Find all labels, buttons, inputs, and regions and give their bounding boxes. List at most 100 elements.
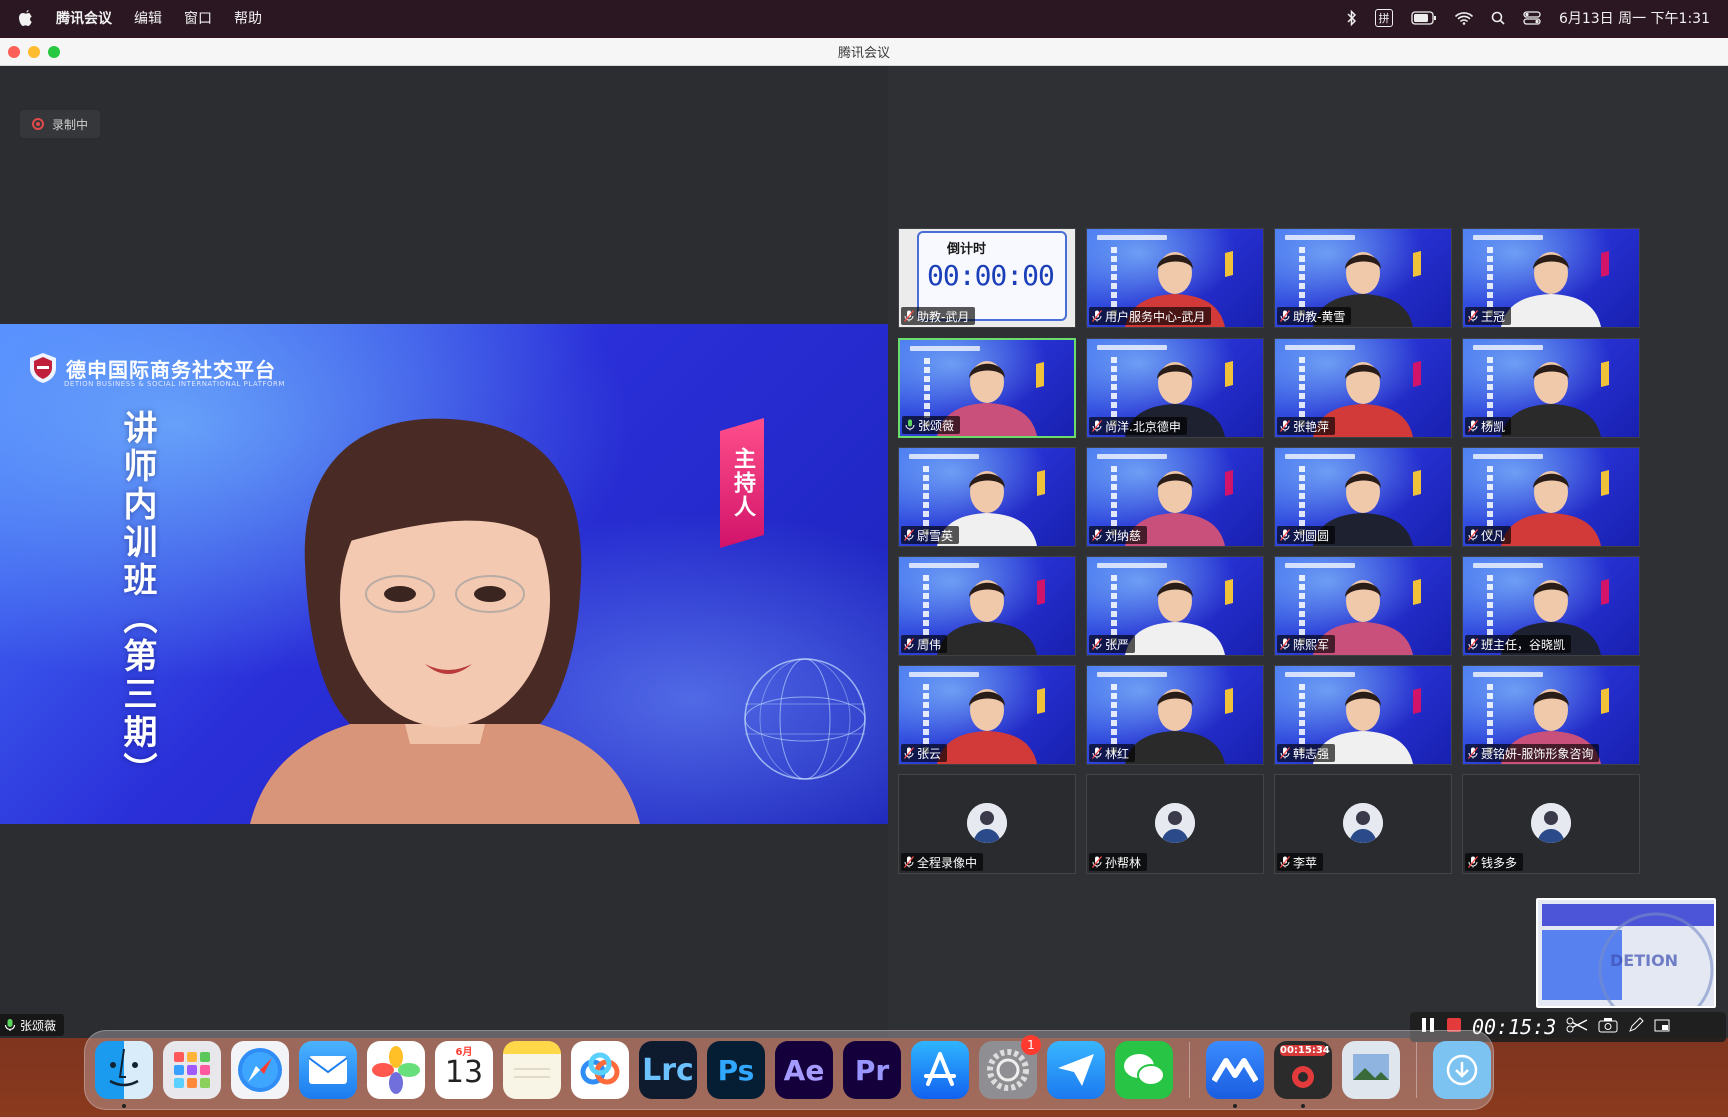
participant-name: 杨凯 [1481, 419, 1506, 434]
microphone-muted-icon [1468, 529, 1478, 541]
dock-screen-recorder[interactable]: 00:15:34 [1274, 1041, 1332, 1108]
participant-tile[interactable]: 用户服务中心-武月 [1086, 228, 1264, 328]
menu-app-name[interactable]: 腾讯会议 [56, 8, 112, 28]
annotate-button[interactable] [1628, 1017, 1645, 1037]
dock-safari[interactable] [231, 1041, 289, 1099]
participant-tile[interactable]: 张严 [1086, 556, 1264, 656]
recorder-preview-thumbnail[interactable]: DETION [1536, 898, 1716, 1008]
participant-tile[interactable]: 孙帮林 [1086, 774, 1264, 874]
participant-name-label: 仪凡 [1465, 526, 1512, 544]
dock-finder[interactable] [95, 1041, 153, 1108]
participant-tile[interactable]: 李苹 [1274, 774, 1452, 874]
wechat-bubbles-icon [1124, 1054, 1165, 1086]
notes-lines-icon [514, 1068, 550, 1078]
control-center-icon[interactable] [1523, 11, 1541, 25]
envelope-icon [308, 1056, 348, 1084]
dock-launchpad[interactable] [163, 1041, 221, 1099]
participant-tile[interactable]: 仪凡 [1462, 447, 1640, 547]
recording-indicator[interactable]: 录制中 [20, 110, 101, 138]
participant-name-label: 班主任，谷晓凯 [1465, 635, 1572, 653]
participant-tile[interactable]: 全程录像中 [898, 774, 1076, 874]
participant-tile[interactable]: 韩志强 [1274, 665, 1452, 765]
participant-tile[interactable]: 王冠 [1462, 228, 1640, 328]
maximize-window-button[interactable] [48, 45, 60, 58]
dock-preview[interactable] [1342, 1041, 1400, 1099]
microphone-muted-icon [1280, 856, 1290, 868]
tile-brand-strip [1473, 345, 1543, 350]
participant-name: 钱多多 [1481, 855, 1518, 870]
tile-brand-strip [1285, 563, 1355, 568]
dock-baidu-netdisk[interactable] [571, 1041, 629, 1099]
participant-tile[interactable]: 刘圆圆 [1274, 447, 1452, 547]
participant-avatar [1343, 803, 1383, 843]
participant-tile[interactable]: 聂铭妍-服饰形象咨询 [1462, 665, 1640, 765]
camera-button[interactable] [1598, 1017, 1618, 1037]
participant-tile[interactable]: 杨凯 [1462, 338, 1640, 438]
host-ribbon: 主持人 [720, 418, 764, 548]
meeting-logo-icon [1212, 1058, 1258, 1083]
download-arrow-icon [1446, 1054, 1478, 1086]
input-method-icon[interactable]: 拼 [1374, 9, 1393, 27]
menu-help[interactable]: 帮助 [234, 8, 262, 28]
participant-tile[interactable]: 钱多多 [1462, 774, 1640, 874]
tile-brand-strip [1285, 345, 1355, 350]
participant-tile[interactable]: 班主任，谷晓凯 [1462, 556, 1640, 656]
minimize-window-button[interactable] [28, 45, 40, 58]
participant-name-label: 林红 [1089, 744, 1136, 762]
close-window-button[interactable] [8, 45, 20, 58]
participant-name: 尚洋.北京德申 [1105, 419, 1181, 434]
participant-name-label: 张严 [1089, 635, 1136, 653]
apple-icon[interactable] [18, 9, 34, 27]
menu-bar: 腾讯会议 编辑 窗口 帮助 拼 6月13日 周一 下午1:31 [0, 0, 1728, 36]
dock-downloads[interactable] [1433, 1041, 1491, 1099]
window-title: 腾讯会议 [837, 46, 890, 61]
dock-wechat[interactable] [1115, 1041, 1173, 1099]
search-icon[interactable] [1491, 11, 1505, 25]
participant-name: 张云 [917, 746, 942, 761]
participant-tile[interactable]: 助教-黄雪 [1274, 228, 1452, 328]
microphone-muted-icon [904, 310, 914, 322]
participant-tile[interactable]: 张艳萍 [1274, 338, 1452, 438]
dock-mail[interactable] [299, 1041, 357, 1099]
participant-tile[interactable]: 刘纳慈 [1086, 447, 1264, 547]
dock-lightroom[interactable]: Lrc [639, 1041, 697, 1099]
participant-tile[interactable]: 倒计时 00:00:00 助教-武月 [898, 228, 1076, 328]
window-toggle-button[interactable] [1654, 1017, 1670, 1037]
scissors-button[interactable] [1566, 1017, 1588, 1037]
dock-notes[interactable] [503, 1041, 561, 1099]
tile-brand-strip [1473, 454, 1543, 459]
dock-premiere[interactable]: Pr [843, 1041, 901, 1099]
dock-separator [1189, 1042, 1190, 1098]
participant-tile[interactable]: 尚洋.北京德申 [1086, 338, 1264, 438]
dock-calendar[interactable]: 6月 13 [435, 1041, 493, 1099]
participant-name-label: 张颂薇 [902, 416, 961, 434]
menubar-clock[interactable]: 6月13日 周一 下午1:31 [1559, 8, 1710, 28]
dock-photos[interactable] [367, 1041, 425, 1099]
dock-after-effects[interactable]: Ae [775, 1041, 833, 1099]
menu-window[interactable]: 窗口 [184, 8, 212, 28]
battery-icon[interactable] [1411, 11, 1437, 25]
participant-name-label: 刘圆圆 [1277, 526, 1336, 544]
scissors-icon [1566, 1017, 1588, 1033]
dock-tencent-meeting[interactable] [1206, 1041, 1264, 1108]
participant-tile[interactable]: 尉雪英 [898, 447, 1076, 547]
dock-photoshop[interactable]: Ps [707, 1041, 765, 1099]
window-titlebar[interactable]: 腾讯会议 [0, 38, 1728, 66]
wifi-icon[interactable] [1455, 11, 1473, 25]
bluetooth-icon[interactable] [1347, 10, 1357, 26]
participant-tile[interactable]: 林红 [1086, 665, 1264, 765]
participant-name-label: 孙帮林 [1089, 853, 1148, 871]
main-video-feed[interactable]: 德申国际商务社交平台 DETION BUSINESS & SOCIAL INTE… [0, 324, 888, 824]
participant-name-label: 用户服务中心-武月 [1089, 307, 1212, 325]
meeting-window: 腾讯会议 录制中 德申国际商务社交平台 DETION BUSINESS & SO… [0, 38, 1728, 1038]
participant-name-label: 聂铭妍-服饰形象咨询 [1465, 744, 1600, 762]
participant-video-icon [1501, 252, 1601, 327]
dock-system-preferences[interactable]: 1 [979, 1035, 1041, 1099]
dock-app-store[interactable] [911, 1041, 969, 1099]
participant-tile[interactable]: 张云 [898, 665, 1076, 765]
participant-tile[interactable]: 周伟 [898, 556, 1076, 656]
dock-feishu[interactable] [1047, 1041, 1105, 1099]
participant-tile[interactable]: 张颂薇 [898, 338, 1076, 438]
menu-edit[interactable]: 编辑 [134, 8, 162, 28]
participant-tile[interactable]: 陈熙军 [1274, 556, 1452, 656]
